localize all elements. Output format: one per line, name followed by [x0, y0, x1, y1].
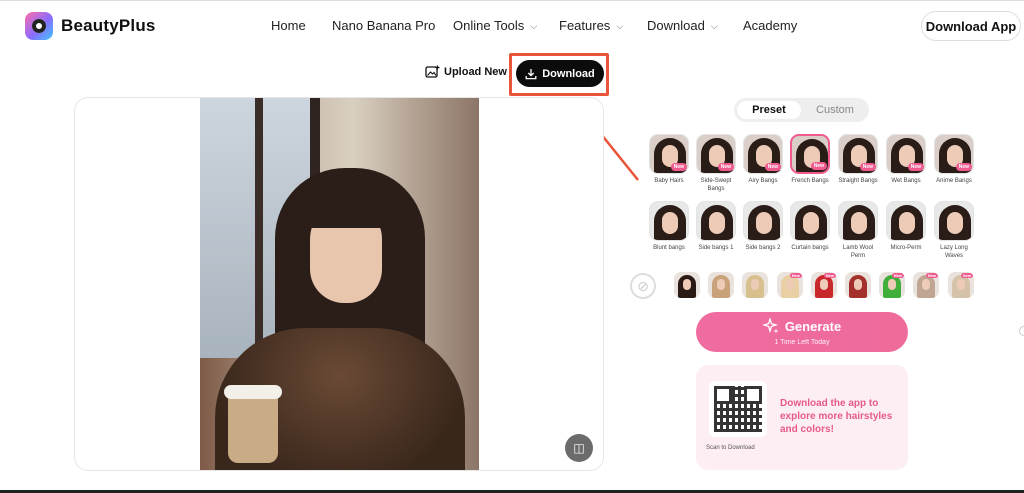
style-item[interactable]: New Airy Bangs	[741, 134, 785, 185]
sparkle-icon	[762, 318, 779, 334]
scan-label: Scan to Download	[706, 445, 755, 451]
image-upload-icon	[425, 65, 440, 78]
style-item[interactable]: New Wet Bangs	[884, 134, 928, 185]
tab-preset[interactable]: Preset	[737, 101, 801, 119]
tab-custom[interactable]: Custom	[804, 101, 866, 119]
chevron-down-icon: ⌵	[710, 21, 718, 31]
download-button[interactable]: Download	[516, 60, 604, 87]
chevron-down-icon: ⌵	[530, 21, 538, 31]
upload-new-button[interactable]: Upload New	[425, 65, 507, 78]
style-item[interactable]: New Baby Hairs	[647, 134, 691, 185]
promo-text: Download the app to explore more hairsty…	[780, 398, 893, 435]
hair-color-swatch[interactable]: New	[913, 272, 939, 298]
hair-color-swatch[interactable]: New	[879, 272, 905, 298]
nav-home[interactable]: Home	[271, 18, 306, 33]
style-item-selected[interactable]: New French Bangs	[788, 134, 832, 185]
portrait-photo	[200, 98, 479, 470]
style-item[interactable]: Side bangs 1	[694, 201, 738, 252]
style-item[interactable]: Micro-Perm	[884, 201, 928, 252]
hair-color-swatch[interactable]	[674, 272, 700, 298]
compare-icon[interactable]: ◫	[565, 434, 593, 462]
hair-color-swatch[interactable]: New	[777, 272, 803, 298]
nav-nano-banana-pro[interactable]: Nano Banana Pro	[332, 18, 435, 33]
nav-online-tools[interactable]: Online Tools ⌵	[453, 18, 537, 33]
hair-color-swatch[interactable]: New	[948, 272, 974, 298]
no-color-icon[interactable]: ⊘	[630, 273, 656, 299]
nav-features[interactable]: Features ⌵	[559, 18, 623, 33]
qr-code	[709, 381, 767, 437]
style-item[interactable]: New Anime Bangs	[932, 134, 976, 185]
chevron-down-icon: ⌵	[616, 21, 624, 31]
hair-color-swatch[interactable]: New	[811, 272, 837, 298]
nav-academy[interactable]: Academy	[743, 18, 797, 33]
download-app-button[interactable]: Download App	[921, 11, 1021, 41]
hair-color-swatch[interactable]	[845, 272, 871, 298]
style-item[interactable]: Lamb Wool Perm	[836, 201, 880, 260]
hair-color-swatch[interactable]	[708, 272, 734, 298]
hair-color-swatch[interactable]	[742, 272, 768, 298]
generate-button[interactable]: Generate 1 Time Left Today	[696, 312, 908, 352]
nav-download[interactable]: Download ⌵	[647, 18, 718, 33]
mode-toggle: Preset Custom	[734, 98, 869, 122]
app-promo-card: Scan to Download Download the app to exp…	[696, 365, 908, 470]
style-item[interactable]: New Side-Swept Bangs	[694, 134, 738, 193]
style-item[interactable]: Curtain bangs	[788, 201, 832, 252]
style-item[interactable]: Side bangs 2	[741, 201, 785, 252]
style-item[interactable]: Lazy Long Waves	[932, 201, 976, 260]
main-nav: Home Nano Banana Pro Online Tools ⌵ Featu…	[0, 18, 1024, 36]
download-icon	[525, 68, 537, 79]
style-item[interactable]: Blunt bangs	[647, 201, 691, 252]
side-handle[interactable]	[1019, 326, 1024, 336]
style-item[interactable]: New Straight Bangs	[836, 134, 880, 185]
page: BeautyPlus Home Nano Banana Pro Online T…	[0, 0, 1024, 493]
generate-remaining: 1 Time Left Today	[774, 339, 830, 346]
image-canvas: ◫	[74, 97, 604, 471]
